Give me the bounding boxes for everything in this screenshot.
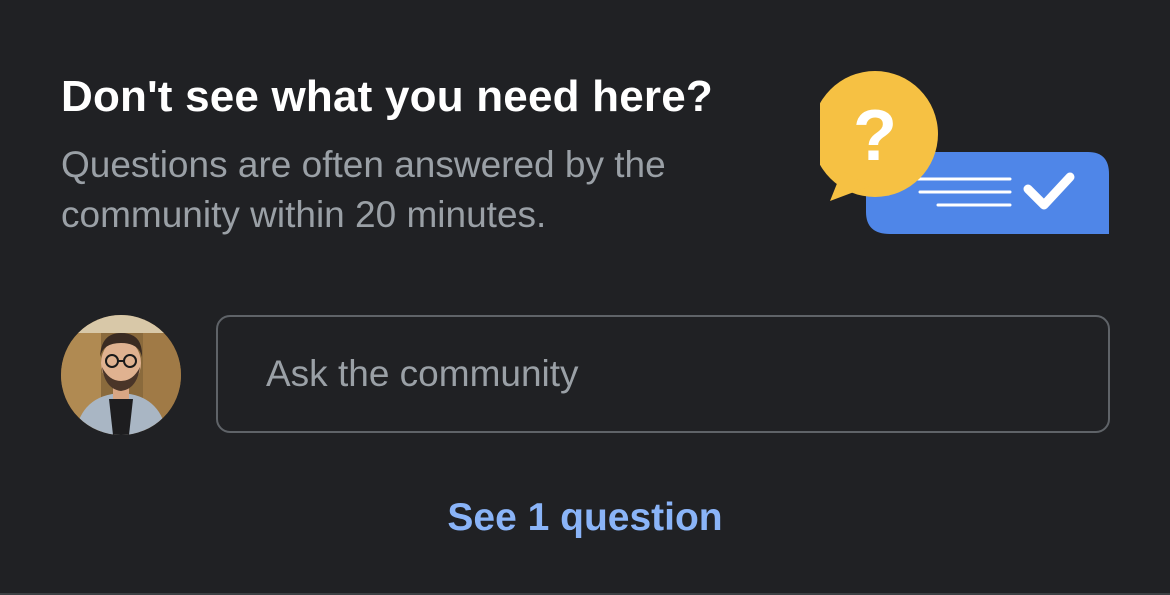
card-title: Don't see what you need here? xyxy=(61,72,713,121)
ask-community-input[interactable] xyxy=(216,315,1110,433)
question-mark-glyph: ? xyxy=(853,96,897,176)
see-questions-link[interactable]: See 1 question xyxy=(0,496,1170,540)
community-illustration: ? xyxy=(820,71,1109,234)
card-subtitle: Questions are often answered by the comm… xyxy=(61,144,666,235)
user-avatar xyxy=(61,315,181,435)
community-ask-card: Don't see what you need here? Questions … xyxy=(0,0,1170,595)
